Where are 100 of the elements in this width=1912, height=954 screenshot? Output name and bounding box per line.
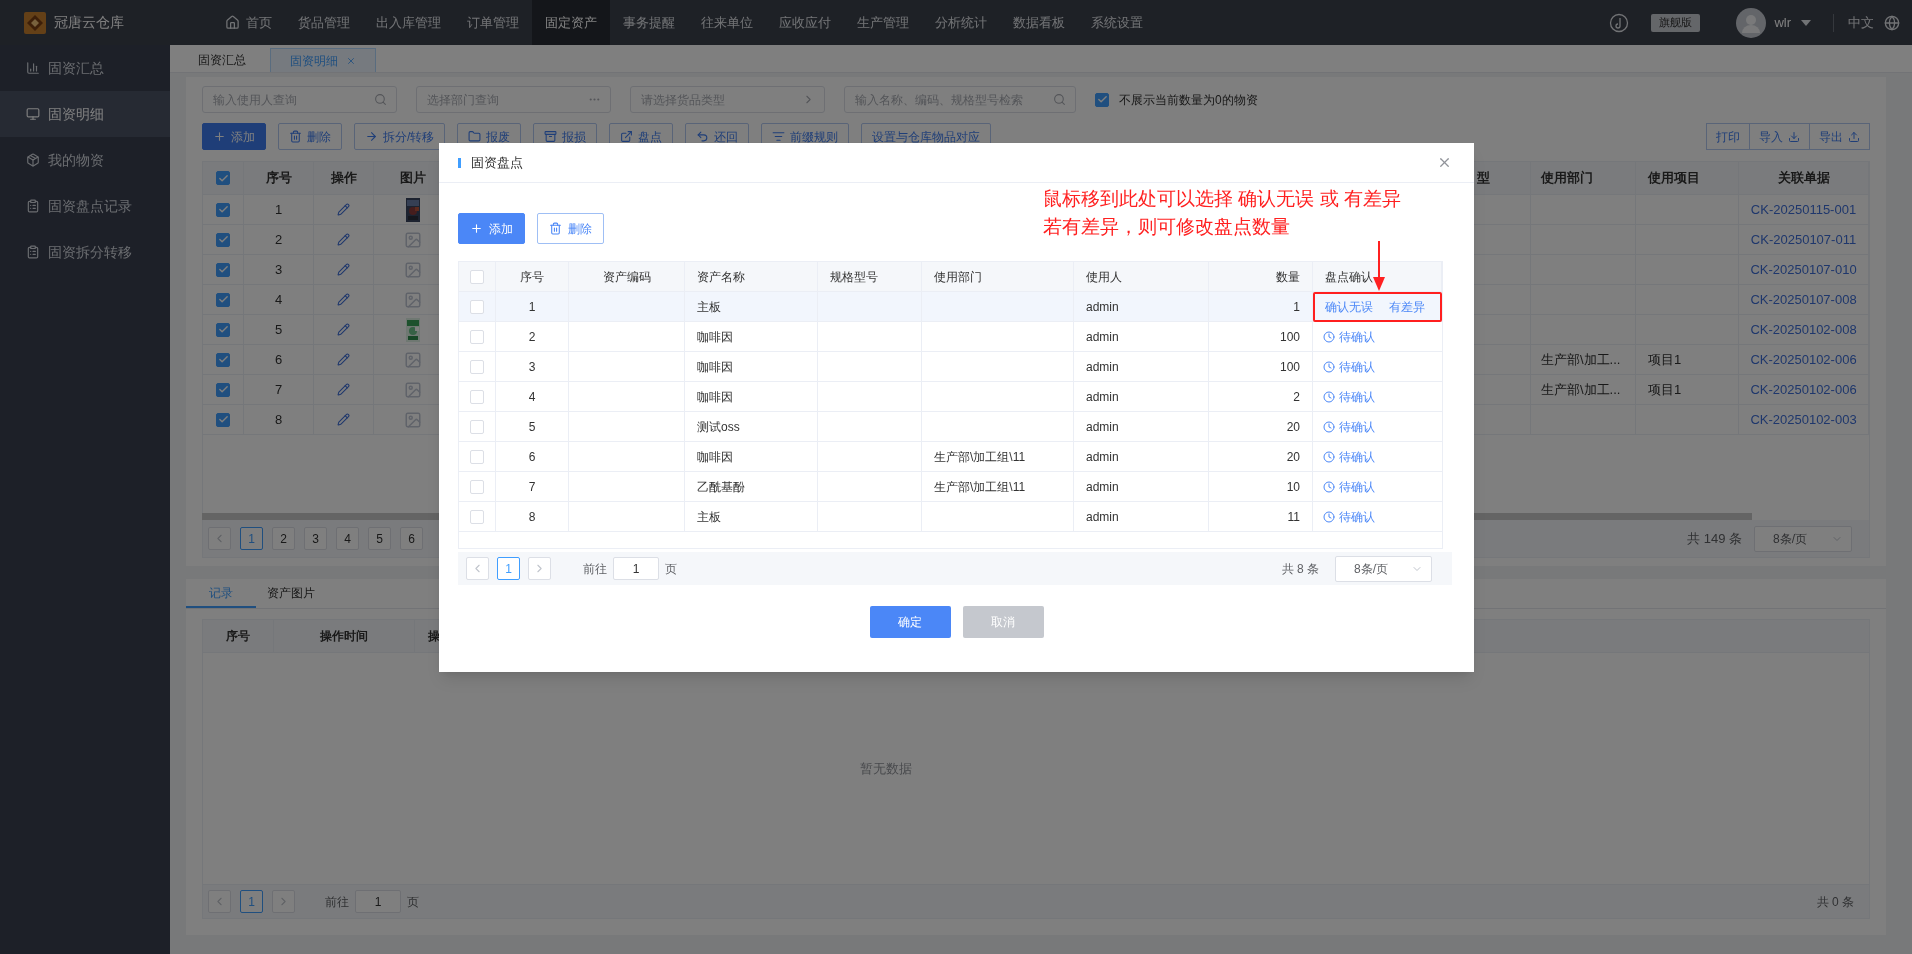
previous-page-button[interactable] — [208, 890, 231, 913]
previous-page-button[interactable] — [466, 557, 489, 580]
edit-icon[interactable] — [337, 383, 350, 396]
checkbox[interactable] — [216, 232, 230, 247]
pending-status-link[interactable]: 待确认 — [1313, 417, 1375, 436]
sidebar-item[interactable]: 固资汇总 — [0, 45, 170, 91]
document-link[interactable]: CK-20250115-001 — [1750, 199, 1857, 220]
page-button[interactable]: 6 — [400, 527, 423, 550]
document-link[interactable]: CK-20250107-010 — [1750, 259, 1857, 280]
page-button[interactable]: 1 — [240, 527, 263, 550]
checkbox[interactable] — [216, 202, 230, 217]
checkbox[interactable] — [216, 382, 230, 397]
close-icon[interactable] — [346, 55, 356, 66]
page-button[interactable]: 5 — [368, 527, 391, 550]
nav-item[interactable]: 货品管理 — [285, 0, 363, 45]
confirm-link[interactable]: 有差异 — [1389, 297, 1425, 316]
page-button[interactable]: 3 — [304, 527, 327, 550]
document-link[interactable]: CK-20250107-008 — [1750, 289, 1857, 310]
edit-icon[interactable] — [337, 293, 350, 306]
checkbox[interactable] — [216, 352, 230, 367]
nav-item[interactable]: 固定资产 — [532, 0, 610, 45]
table-row[interactable]: 7 乙酰基酚 生产部\加工组\11 admin 10 待确认 — [459, 472, 1442, 502]
globe-icon[interactable] — [1884, 14, 1900, 31]
toolbar-button[interactable]: 删除 — [278, 123, 342, 150]
document-link[interactable]: CK-20250102-006 — [1750, 379, 1857, 400]
checkbox[interactable] — [216, 292, 230, 307]
document-link[interactable]: CK-20250102-006 — [1750, 349, 1857, 370]
table-row[interactable]: 5 测试oss admin 20 待确认 — [459, 412, 1442, 442]
table-row[interactable]: 3 咖啡因 admin 100 待确认 — [459, 352, 1442, 382]
page-button[interactable]: 1 — [240, 890, 263, 913]
checkbox[interactable] — [1095, 92, 1109, 107]
confirm-link[interactable]: 确认无误 — [1325, 297, 1373, 316]
document-link[interactable]: CK-20250107-011 — [1750, 229, 1857, 250]
next-page-button[interactable] — [528, 557, 551, 580]
toolbar-button[interactable]: 导出 — [1809, 123, 1870, 150]
check-icon — [1096, 94, 1108, 105]
avatar[interactable] — [1736, 7, 1767, 38]
edit-icon[interactable] — [337, 233, 350, 246]
nav-item[interactable]: 往来单位 — [688, 0, 766, 45]
nav-item[interactable]: 事务提醒 — [610, 0, 688, 45]
toolbar-button[interactable]: 打印 — [1706, 123, 1750, 150]
pending-status-link[interactable]: 待确认 — [1313, 387, 1375, 406]
table-row[interactable]: 6 咖啡因 生产部\加工组\11 admin 20 待确认 — [459, 442, 1442, 472]
nav-item[interactable]: 应收应付 — [766, 0, 844, 45]
pending-status-link[interactable]: 待确认 — [1313, 507, 1375, 526]
search-icon — [1053, 93, 1066, 106]
page-button[interactable]: 2 — [272, 527, 295, 550]
page-size-select[interactable]: 8条/页 — [1754, 525, 1852, 552]
confirm-button[interactable]: 确定 — [869, 606, 951, 638]
page-tab[interactable]: 固资汇总 — [184, 48, 260, 72]
language-label[interactable]: 中文 — [1848, 12, 1874, 33]
nav-item[interactable]: 出入库管理 — [363, 0, 454, 45]
table-row[interactable]: 2 咖啡因 admin 100 待确认 — [459, 322, 1442, 352]
edit-icon[interactable] — [337, 353, 350, 366]
toolbar-button[interactable]: 添加 — [202, 123, 266, 150]
pending-status-link[interactable]: 待确认 — [1313, 357, 1375, 376]
page-button[interactable]: 4 — [336, 527, 359, 550]
image-placeholder-icon — [403, 260, 422, 279]
pending-status-link[interactable]: 待确认 — [1313, 477, 1375, 496]
user-name[interactable]: wlr — [1774, 12, 1791, 33]
close-icon[interactable] — [1437, 155, 1452, 170]
table-row[interactable]: 1 主板 admin 1 确认无误 有差异 — [459, 292, 1442, 322]
nav-item[interactable]: 生产管理 — [844, 0, 922, 45]
pending-status-link[interactable]: 待确认 — [1313, 447, 1375, 466]
toolbar-button[interactable]: 导入 — [1749, 123, 1810, 150]
edit-icon[interactable] — [337, 413, 350, 426]
column-header: 序号 — [265, 169, 292, 188]
sidebar-item[interactable]: 固资明细 — [0, 91, 170, 137]
previous-page-button[interactable] — [208, 527, 231, 550]
tab[interactable]: 资产图片 — [256, 579, 326, 608]
checkbox[interactable] — [216, 171, 230, 185]
checkbox[interactable] — [216, 412, 230, 427]
page-input[interactable]: 1 — [613, 557, 659, 580]
checkbox[interactable] — [216, 262, 230, 277]
nav-item[interactable]: 系统设置 — [1078, 0, 1156, 45]
nav-item[interactable]: 分析统计 — [922, 0, 1000, 45]
next-page-button[interactable] — [272, 890, 295, 913]
table-row[interactable]: 4 咖啡因 admin 2 待确认 — [459, 382, 1442, 412]
page-input[interactable]: 1 — [355, 890, 401, 913]
edit-icon[interactable] — [337, 203, 350, 216]
toolbar-button[interactable]: 拆分/转移 — [354, 123, 446, 150]
nav-item[interactable]: 数据看板 — [1000, 0, 1078, 45]
table-row[interactable]: 8 主板 admin 11 待确认 — [459, 502, 1442, 532]
sidebar-item[interactable]: 我的物资 — [0, 137, 170, 183]
edit-icon[interactable] — [337, 323, 350, 336]
nav-item[interactable]: 订单管理 — [454, 0, 532, 45]
dialog-button[interactable]: 删除 — [537, 213, 604, 244]
page-tab[interactable]: 固资明细 — [270, 48, 376, 72]
page-size-select[interactable]: 8条/页 — [1335, 555, 1432, 582]
edit-icon[interactable] — [337, 263, 350, 276]
tab[interactable]: 记录 — [186, 579, 256, 608]
sidebar-item[interactable]: 固资盘点记录 — [0, 183, 170, 229]
document-link[interactable]: CK-20250102-008 — [1750, 319, 1857, 340]
dialog-button[interactable]: 添加 — [458, 213, 525, 244]
sidebar-item[interactable]: 固资拆分转移 — [0, 229, 170, 275]
pending-status-link[interactable]: 待确认 — [1313, 327, 1375, 346]
checkbox[interactable] — [216, 322, 230, 337]
page-button[interactable]: 1 — [497, 557, 520, 580]
nav-item[interactable]: 首页 — [212, 0, 285, 45]
document-link[interactable]: CK-20250102-003 — [1750, 409, 1857, 430]
